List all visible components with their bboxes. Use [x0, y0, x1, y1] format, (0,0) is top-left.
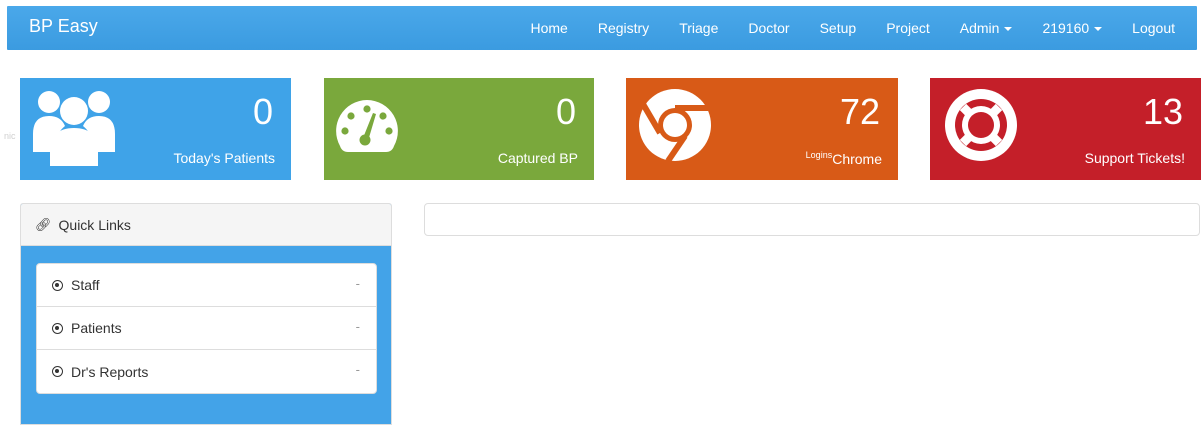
captured-bp-count: 0 [555, 91, 576, 132]
life-ring-icon [945, 89, 1017, 161]
quick-link-label: Dr's Reports [71, 363, 149, 380]
nav-user-dropdown[interactable]: 219160 [1027, 6, 1117, 50]
nav-project[interactable]: Project [871, 6, 945, 50]
quick-link-trail: - [355, 276, 360, 291]
todays-patients-count: 0 [252, 91, 273, 132]
quick-link-trail: - [355, 362, 360, 377]
caret-down-icon [1004, 27, 1013, 32]
chrome-logins-label: LoginsChrome [806, 150, 882, 167]
nav-user-label: 219160 [1042, 20, 1090, 36]
nav-doctor[interactable]: Doctor [733, 6, 804, 50]
radio-bullet-icon [52, 366, 63, 377]
chrome-icon [639, 89, 711, 162]
caret-down-icon [1094, 27, 1103, 32]
logins-sup: Logins [805, 150, 833, 160]
top-navbar: BP Easy Home Registry Triage Doctor Setu… [7, 6, 1197, 50]
nav-admin-label: Admin [959, 20, 1000, 36]
chrome-logins-card[interactable]: 72 LoginsChrome [626, 78, 898, 180]
quick-links-title: Quick Links [58, 216, 131, 233]
nav-logout[interactable]: Logout [1117, 6, 1197, 50]
main-nav: Home Registry Triage Doctor Setup Projec… [515, 6, 1197, 50]
quick-link-dr-reports[interactable]: Dr's Reports - [37, 350, 376, 393]
quick-links-header: 🔗︎ Quick Links [21, 204, 391, 246]
todays-patients-label: Today's Patients [173, 150, 275, 166]
todays-patients-card[interactable]: 0 Today's Patients [20, 78, 291, 180]
nav-setup[interactable]: Setup [805, 6, 872, 50]
support-tickets-label: Support Tickets! [1084, 150, 1185, 166]
link-icon: 🔗︎ [35, 216, 52, 232]
support-tickets-card[interactable]: 13 Support Tickets! [930, 78, 1201, 180]
radio-bullet-icon [52, 279, 63, 291]
dashboard-gauge-icon [336, 100, 398, 152]
quick-links-panel: 🔗︎ Quick Links Staff - Patients - Dr's R… [20, 203, 392, 425]
nav-home[interactable]: Home [515, 6, 582, 50]
brand-link[interactable]: BP Easy [29, 16, 98, 37]
content-panel [424, 203, 1200, 236]
quick-link-staff[interactable]: Staff - [37, 264, 376, 307]
nav-admin-dropdown[interactable]: Admin [945, 6, 1028, 50]
captured-bp-card[interactable]: 0 Captured BP [324, 78, 594, 180]
nav-triage[interactable]: Triage [664, 6, 733, 50]
quick-link-patients[interactable]: Patients - [37, 307, 376, 350]
quick-link-label: Patients [71, 320, 122, 336]
nav-registry[interactable]: Registry [583, 6, 664, 50]
chrome-label-text: Chrome [832, 151, 882, 167]
ghost-text: nic [4, 131, 16, 141]
chrome-logins-count: 72 [839, 91, 880, 132]
quick-link-label: Staff [71, 277, 100, 293]
quick-link-trail: - [355, 319, 360, 334]
captured-bp-label: Captured BP [497, 150, 578, 166]
users-icon [33, 91, 115, 166]
quick-links-list: Staff - Patients - Dr's Reports - [36, 263, 377, 394]
radio-bullet-icon [52, 322, 63, 334]
support-tickets-count: 13 [1142, 91, 1183, 132]
